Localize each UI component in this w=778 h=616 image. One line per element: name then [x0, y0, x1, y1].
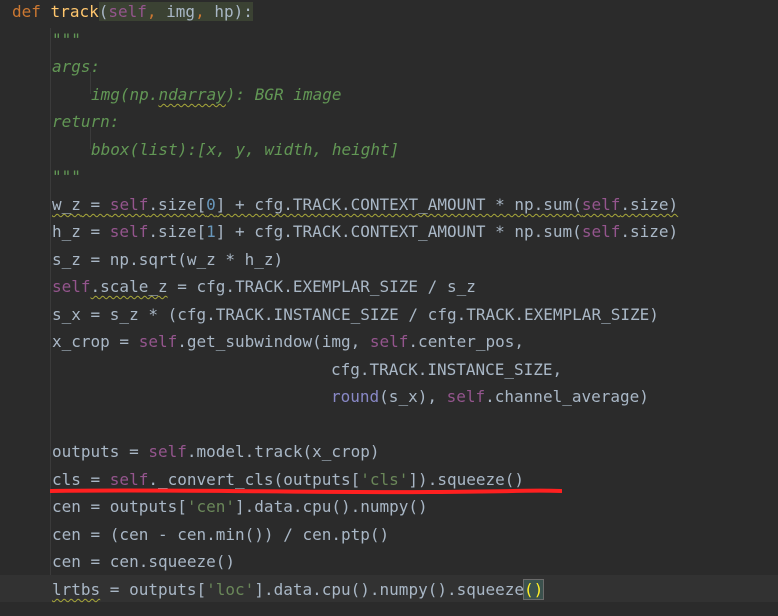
matched-parentheses: () [523, 579, 545, 600]
code-line-cen-2[interactable]: cen = (cen - cen.min()) / cen.ptp() [52, 521, 389, 548]
docstring-args[interactable]: args: [52, 53, 100, 80]
w-z-var: w_z = self.size[0] + cfg.TRACK.CONTEXT_A… [52, 195, 679, 214]
docstring-img[interactable]: img(np.ndarray): BGR image [91, 81, 341, 108]
docstring-open[interactable]: """ [52, 26, 81, 53]
code-line-lrtbs[interactable]: lrtbs = outputs['loc'].data.cpu().numpy(… [52, 576, 545, 603]
docstring-close[interactable]: """ [52, 163, 81, 190]
red-underline-annotation [50, 488, 562, 495]
docstring-return[interactable]: return: [52, 108, 119, 135]
code-line-scale-z[interactable]: self.scale_z = cfg.TRACK.EXEMPLAR_SIZE /… [52, 273, 476, 300]
code-line-w-z[interactable]: w_z = self.size[0] + cfg.TRACK.CONTEXT_A… [52, 191, 678, 218]
code-line-x-crop-cont-2[interactable]: round(s_x), self.channel_average) [331, 383, 649, 410]
code-line-s-z[interactable]: s_z = np.sqrt(w_z * h_z) [52, 246, 283, 273]
code-line-cen-1[interactable]: cen = outputs['cen'].data.cpu().numpy() [52, 493, 428, 520]
code-line-cen-3[interactable]: cen = cen.squeeze() [52, 548, 235, 575]
code-line-x-crop[interactable]: x_crop = self.get_subwindow(img, self.ce… [52, 328, 524, 355]
code-line-s-x[interactable]: s_x = s_z * (cfg.TRACK.INSTANCE_SIZE / c… [52, 301, 659, 328]
code-line-h-z[interactable]: h_z = self.size[1] + cfg.TRACK.CONTEXT_A… [52, 218, 678, 245]
indent-guide [50, 28, 51, 588]
code-line-x-crop-cont-1[interactable]: cfg.TRACK.INSTANCE_SIZE, [331, 356, 562, 383]
code-editor[interactable]: def track(self, img, hp): """ args: img(… [0, 0, 778, 616]
def-keyword: def [12, 2, 41, 21]
function-name: track [50, 2, 99, 21]
code-line-def[interactable]: def track(self, img, hp): [12, 0, 253, 25]
docstring-bbox[interactable]: bbox(list):[x, y, width, height] [91, 136, 399, 163]
parameter-list: (self, img, hp): [98, 2, 253, 21]
code-line-outputs[interactable]: outputs = self.model.track(x_crop) [52, 438, 380, 465]
